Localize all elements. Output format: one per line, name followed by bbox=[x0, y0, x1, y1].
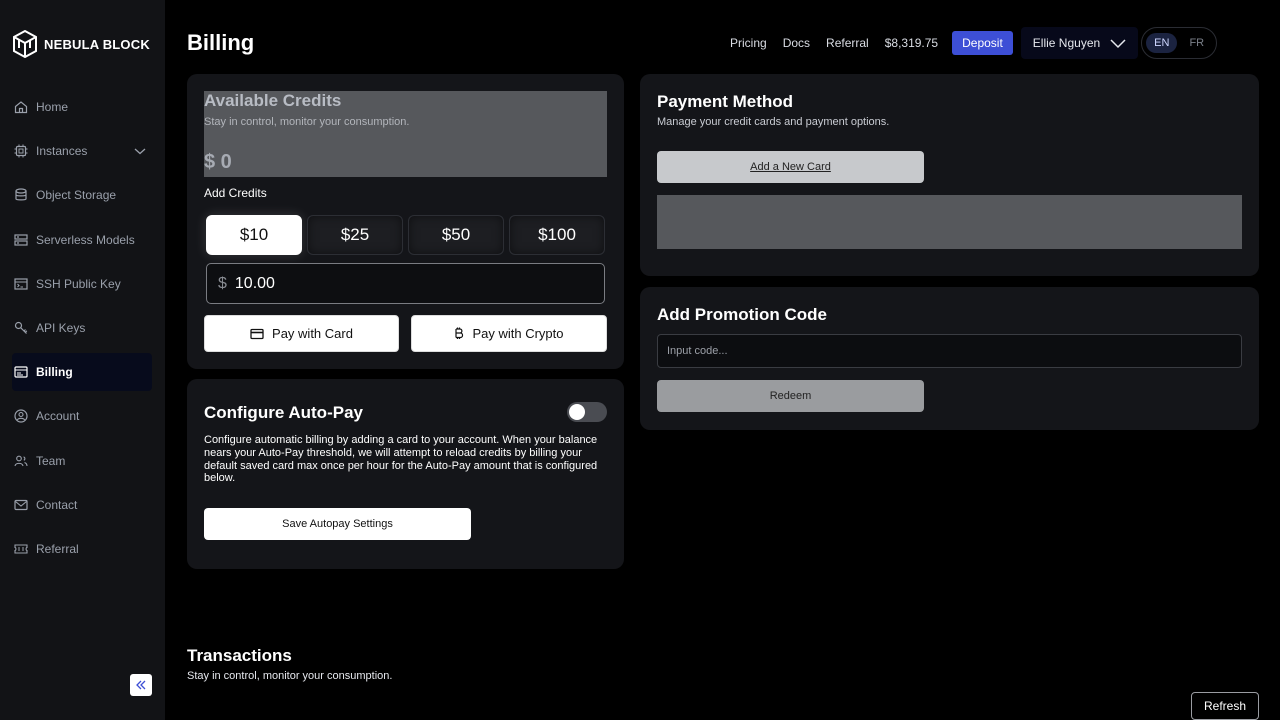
autopay-description: Configure automatic billing by adding a … bbox=[204, 434, 598, 485]
team-icon bbox=[14, 455, 28, 467]
sidebar-item-serverless-models[interactable]: Serverless Models bbox=[12, 221, 152, 259]
sidebar-item-contact[interactable]: Contact bbox=[12, 486, 152, 524]
toggle-knob bbox=[569, 404, 585, 420]
add-credits-label: Add Credits bbox=[204, 186, 267, 200]
sidebar-item-label: Referral bbox=[36, 542, 79, 556]
sidebar-item-ssh-public-key[interactable]: SSH Public Key bbox=[12, 265, 152, 303]
promotion-code-input[interactable]: Input code... bbox=[657, 334, 1242, 368]
sidebar-item-label: Account bbox=[36, 409, 80, 423]
server-icon bbox=[14, 234, 28, 246]
deposit-button[interactable]: Deposit bbox=[952, 31, 1013, 55]
transactions-title: Transactions bbox=[187, 646, 292, 665]
pay-with-crypto-label: Pay with Crypto bbox=[472, 326, 564, 341]
sidebar-item-referral[interactable]: Referral bbox=[12, 530, 152, 568]
sidebar-item-billing[interactable]: Billing bbox=[12, 353, 152, 391]
bitcoin-icon bbox=[455, 327, 464, 339]
sidebar-item-label: API Keys bbox=[36, 321, 86, 335]
sidebar-item-label: Contact bbox=[36, 498, 78, 512]
user-menu[interactable]: Ellie Nguyen bbox=[1020, 27, 1139, 59]
nebula-cube-icon bbox=[13, 30, 37, 58]
collapse-sidebar-button[interactable] bbox=[130, 674, 152, 696]
autopay-card: Configure Auto-Pay Configure automatic b… bbox=[187, 379, 624, 569]
sidebar-item-label: Billing bbox=[36, 365, 73, 379]
account-balance: $8,319.75 bbox=[884, 36, 939, 50]
sidebar-item-team[interactable]: Team bbox=[12, 442, 152, 480]
language-switch: EN FR bbox=[1141, 27, 1218, 59]
sidebar-item-instances[interactable]: Instances bbox=[12, 132, 152, 170]
ticket-icon bbox=[14, 544, 28, 554]
add-new-card-button[interactable]: Add a New Card bbox=[657, 151, 924, 183]
sidebar-item-label: Team bbox=[36, 454, 66, 468]
sidebar-item-account[interactable]: Account bbox=[12, 397, 152, 435]
refresh-button[interactable]: Refresh bbox=[1191, 692, 1259, 720]
brand-name: NEBULA BLOCK bbox=[44, 36, 150, 52]
sidebar-item-label: Object Storage bbox=[36, 188, 117, 202]
payment-method-title: Payment Method bbox=[657, 92, 794, 111]
credits-card: Available Credits Stay in control, monit… bbox=[187, 74, 624, 369]
autopay-title: Configure Auto-Pay bbox=[204, 403, 363, 422]
lang-en-option[interactable]: EN bbox=[1146, 33, 1178, 53]
database-icon bbox=[15, 188, 27, 201]
sidebar-item-home[interactable]: Home bbox=[12, 88, 152, 126]
user-name: Ellie Nguyen bbox=[1032, 36, 1101, 50]
amount-option-25[interactable]: $25 bbox=[307, 215, 403, 255]
promotion-code-card: Add Promotion Code Input code... Redeem bbox=[640, 287, 1259, 430]
credits-subtitle: Stay in control, monitor your consumptio… bbox=[204, 116, 410, 128]
credit-card-icon bbox=[250, 328, 264, 339]
terminal-icon bbox=[14, 278, 28, 290]
referral-link[interactable]: Referral bbox=[826, 36, 869, 50]
currency-symbol: $ bbox=[218, 274, 227, 292]
credits-title: Available Credits bbox=[204, 91, 342, 110]
sidebar-item-label: Instances bbox=[36, 144, 88, 158]
mail-icon bbox=[14, 499, 28, 511]
top-bar: Pricing Docs Referral $8,319.75 Deposit … bbox=[730, 27, 1218, 59]
saved-cards-area bbox=[657, 195, 1242, 249]
chevron-down-icon bbox=[1110, 39, 1126, 49]
sidebar-item-label: Home bbox=[36, 100, 69, 114]
sidebar-item-label: SSH Public Key bbox=[36, 277, 121, 291]
amount-option-10[interactable]: $10 bbox=[206, 215, 302, 255]
docs-link[interactable]: Docs bbox=[783, 36, 810, 50]
pay-with-card-label: Pay with Card bbox=[272, 326, 353, 341]
lang-fr-option[interactable]: FR bbox=[1181, 33, 1212, 53]
chip-icon bbox=[14, 144, 28, 158]
payment-method-card: Payment Method Manage your credit cards … bbox=[640, 74, 1259, 276]
page-title: Billing bbox=[187, 30, 255, 55]
credit-amount-input[interactable]: $ 10.00 bbox=[206, 263, 605, 304]
key-icon bbox=[14, 321, 28, 334]
transactions-subtitle: Stay in control, monitor your consumptio… bbox=[187, 670, 393, 682]
redeem-button[interactable]: Redeem bbox=[657, 380, 924, 412]
brand-logo[interactable]: NEBULA BLOCK bbox=[12, 30, 150, 58]
pay-with-card-button[interactable]: Pay with Card bbox=[204, 315, 399, 352]
pricing-link[interactable]: Pricing bbox=[730, 36, 767, 50]
sidebar-item-label: Serverless Models bbox=[36, 233, 135, 247]
chevron-down-icon[interactable] bbox=[134, 145, 146, 157]
save-autopay-button[interactable]: Save Autopay Settings bbox=[204, 508, 471, 540]
sidebar-item-api-keys[interactable]: API Keys bbox=[12, 309, 152, 347]
double-chevron-left-icon bbox=[136, 680, 146, 690]
pay-with-crypto-button[interactable]: Pay with Crypto bbox=[411, 315, 607, 352]
credit-amount-value: 10.00 bbox=[234, 274, 275, 292]
sidebar: NEBULA BLOCK Home Instances Object Stora… bbox=[0, 0, 165, 720]
amount-option-100[interactable]: $100 bbox=[509, 215, 605, 255]
promotion-code-title: Add Promotion Code bbox=[657, 305, 827, 324]
home-icon bbox=[14, 101, 28, 114]
autopay-toggle[interactable] bbox=[567, 402, 607, 422]
credits-amount: $ 0 bbox=[204, 151, 232, 173]
sidebar-item-object-storage[interactable]: Object Storage bbox=[12, 176, 152, 214]
payment-method-subtitle: Manage your credit cards and payment opt… bbox=[657, 116, 890, 128]
amount-option-50[interactable]: $50 bbox=[408, 215, 504, 255]
billing-icon bbox=[14, 366, 28, 378]
credits-summary: Available Credits Stay in control, monit… bbox=[204, 91, 607, 177]
user-circle-icon bbox=[14, 409, 28, 423]
